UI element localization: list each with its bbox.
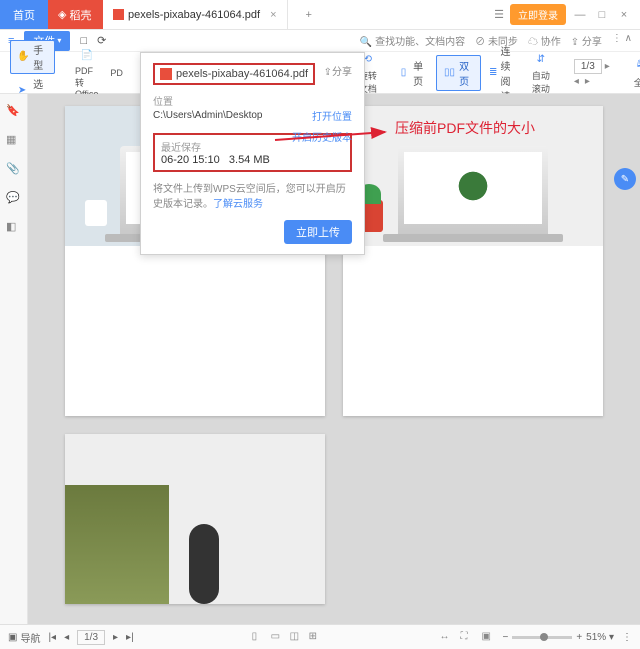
titlebar-right: ☰ 立即登录 — □ × (494, 0, 640, 29)
continuous-icon: ≣ (489, 64, 498, 82)
tool-convert[interactable]: 📄 PDF转Office (71, 47, 102, 99)
hand-icon: ✋ (17, 48, 30, 66)
status-next-page[interactable]: ▸ (113, 632, 118, 643)
fit-page-icon[interactable]: ⛶ (460, 631, 473, 644)
open-history-link[interactable]: 开启历史版本 (292, 129, 352, 144)
tool-fulltext[interactable]: 🕮全文 (630, 57, 640, 89)
save-date: 06-20 15:10 (161, 154, 220, 166)
save-size: 3.54 MB (229, 154, 270, 166)
tab-home[interactable]: 首页 (0, 0, 48, 29)
status-view-modes: ▯ ▭ ◫ ⊞ (252, 631, 322, 644)
tool-page-nav: 1/3▸ ◂▸ (566, 59, 618, 87)
zoom-control: − + 51% ▾ (502, 632, 614, 643)
status-more[interactable]: ⋮ (622, 632, 632, 643)
minimize-icon[interactable]: — (572, 9, 588, 21)
pdf-icon (113, 9, 124, 20)
tab-add[interactable]: + (288, 0, 330, 29)
autoscroll-icon: ⇵ (532, 50, 550, 68)
learn-cloud-link[interactable]: 了解云服务 (213, 199, 263, 210)
popup-filename-highlight: pexels-pixabay-461064.pdf (153, 63, 315, 85)
view-mode-3[interactable]: ◫ (290, 631, 303, 644)
maximize-icon[interactable]: □ (594, 9, 610, 21)
zoom-in[interactable]: + (576, 632, 582, 643)
file-info-popup: ⇪分享 pexels-pixabay-461064.pdf 位置 打开位置 C:… (140, 52, 365, 255)
menubar-more[interactable]: ⋮ ∧ (612, 33, 632, 48)
double-page-icon: ▯▯ (443, 64, 456, 82)
search-area[interactable]: 🔍 查找功能、文档内容 (360, 33, 465, 48)
titlebar: 首页 ◈ 稻壳 pexels-pixabay-461064.pdf × + ☰ … (0, 0, 640, 30)
page3-image (65, 434, 325, 604)
file-tab-label: pexels-pixabay-461064.pdf (128, 9, 260, 21)
close-window-icon[interactable]: × (616, 9, 632, 21)
view-mode-1[interactable]: ▯ (252, 631, 265, 644)
page-arrows[interactable]: ◂▸ (570, 76, 614, 87)
popup-share-button[interactable]: ⇪分享 (324, 63, 352, 78)
page-indicator[interactable]: 1/3▸ (570, 59, 614, 74)
nav-toggle[interactable]: ▣ 导航 (8, 630, 40, 645)
collab-button[interactable]: ☁ 协作 (528, 33, 561, 48)
tab-close-icon[interactable]: × (270, 9, 276, 21)
fit-width-icon[interactable]: ↔ (439, 631, 452, 644)
single-page-icon: ▯ (397, 64, 410, 82)
annotation-text: 压缩前PDF文件的大小 (395, 118, 535, 138)
floating-action-button[interactable]: ✎ (614, 168, 636, 190)
fulltext-icon: 🕮 (634, 57, 640, 75)
popup-filename: pexels-pixabay-461064.pdf (176, 68, 308, 80)
tool-hand[interactable]: ✋手型 (10, 40, 55, 74)
fullscreen-icon[interactable]: ▣ (481, 631, 494, 644)
tool-single-page[interactable]: ▯单页 (393, 58, 432, 88)
tab-file-active[interactable]: pexels-pixabay-461064.pdf × (103, 0, 288, 29)
bookmark-icon[interactable]: 🔖 (6, 104, 21, 119)
menu-item-1[interactable]: □ (80, 35, 87, 47)
view-mode-2[interactable]: ▭ (271, 631, 284, 644)
list-icon[interactable]: ☰ (494, 8, 504, 21)
status-prev-page[interactable]: ◂ (64, 632, 69, 643)
pdf-icon (160, 68, 172, 80)
zoom-slider[interactable] (512, 636, 572, 639)
left-sidebar: 🔖 ▦ 📎 💬 ◧ (0, 94, 28, 624)
zoom-out[interactable]: − (502, 632, 508, 643)
pdf-page-3 (65, 434, 325, 604)
status-page-box[interactable]: 1/3 (77, 630, 105, 645)
tab-daohao[interactable]: ◈ 稻壳 (48, 0, 103, 29)
plus-icon: + (298, 9, 320, 21)
zoom-value[interactable]: 51% ▾ (586, 632, 614, 643)
view-mode-4[interactable]: ⊞ (309, 631, 322, 644)
thumbnails-icon[interactable]: ▦ (6, 133, 21, 148)
tool-pdf-edit[interactable]: PD (106, 68, 127, 78)
daohao-icon: ◈ (58, 8, 66, 21)
login-button[interactable]: 立即登录 (510, 4, 566, 25)
location-label: 位置 (153, 93, 352, 108)
status-first-page[interactable]: |◂ (48, 632, 56, 643)
convert-icon: 📄 (78, 47, 96, 65)
share-button[interactable]: ⇪ 分享 (571, 33, 602, 48)
upload-button[interactable]: 立即上传 (284, 220, 352, 244)
open-location-link[interactable]: 打开位置 (312, 108, 352, 123)
layers-icon[interactable]: ◧ (6, 220, 21, 235)
menu-item-2[interactable]: ⟳ (97, 34, 106, 47)
daohao-label: 稻壳 (69, 7, 91, 23)
status-last-page[interactable]: ▸| (126, 632, 134, 643)
statusbar: ▣ 导航 |◂ ◂ 1/3 ▸ ▸| ▯ ▭ ◫ ⊞ ↔ ⛶ ▣ − + 51%… (0, 624, 640, 649)
comment-icon[interactable]: 💬 (6, 191, 21, 206)
cloud-hint: 将文件上传到WPS云空间后，您可以开启历史版本记录。了解云服务 (153, 182, 352, 212)
tool-double-page[interactable]: ▯▯双页 (436, 55, 481, 91)
attachment-icon[interactable]: 📎 (6, 162, 21, 177)
pdf-page-2 (343, 106, 603, 416)
tool-autoscroll[interactable]: ⇵自动滚动 (528, 50, 554, 95)
